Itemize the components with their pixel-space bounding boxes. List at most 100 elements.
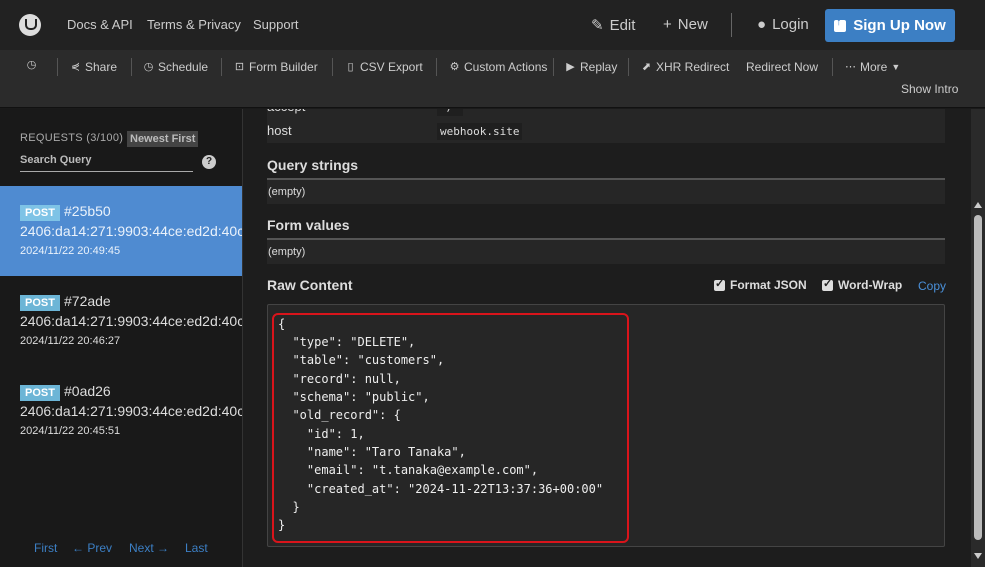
sign-up-button[interactable]: Sign Up Now	[825, 9, 955, 42]
login-label: Login	[772, 16, 809, 33]
header-value: */*	[437, 109, 463, 116]
action-toolbar: ◷ ⋞ Share ◷ Schedule ⊡ Form Builder ▯ CS…	[0, 50, 985, 108]
toolbar-divider	[332, 58, 333, 76]
raw-line: "schema": "public",	[278, 390, 430, 404]
toolbar-divider	[221, 58, 222, 76]
nav-docs-api[interactable]: Docs & API	[67, 17, 133, 32]
request-date: 2024/11/22 20:45:51	[20, 425, 121, 437]
webhook-logo-icon[interactable]	[19, 14, 41, 36]
new-button[interactable]: + New	[663, 16, 708, 33]
help-icon[interactable]: ?	[202, 155, 216, 169]
raw-content-title: Raw Content	[267, 277, 353, 293]
edit-button[interactable]: ✎ Edit	[591, 16, 636, 35]
form-builder-icon: ⊡	[234, 60, 245, 73]
raw-line: "id": 1,	[278, 427, 365, 441]
pager-last[interactable]: Last	[185, 541, 208, 555]
format-json-label: Format JSON	[730, 278, 807, 292]
request-id: #72ade	[64, 293, 111, 309]
xhr-redirect-label: XHR Redirect	[656, 60, 730, 74]
share-icon: ⋞	[70, 60, 81, 73]
request-ip: 2406:da14:271:9903:44ce:ed2d:40c	[20, 223, 242, 239]
raw-line: "created_at": "2024-11-22T13:37:36+00:00…	[278, 482, 604, 496]
ellipsis-icon: ⋯	[845, 60, 856, 73]
raw-line: "record": null,	[278, 372, 401, 386]
custom-actions-button[interactable]: ⚙ Custom Actions	[449, 60, 548, 74]
more-dropdown[interactable]: ⋯ More ▼	[845, 60, 900, 74]
sort-toggle[interactable]: Newest First	[127, 131, 199, 147]
play-icon: ▶	[566, 60, 575, 73]
share-label: Share	[85, 60, 118, 74]
header-row-accept: accept */*	[267, 109, 945, 119]
raw-content-box[interactable]: { "type": "DELETE", "table": "customers"…	[267, 304, 945, 547]
clock-button[interactable]: ◷	[26, 60, 37, 71]
scroll-thumb[interactable]	[974, 215, 982, 540]
form-builder-label: Form Builder	[249, 60, 318, 74]
request-item[interactable]: POST #72ade 2406:da14:271:9903:44ce:ed2d…	[0, 276, 242, 366]
word-wrap-checkbox[interactable]: Word-Wrap	[822, 277, 902, 292]
schedule-button[interactable]: ◷ Schedule	[143, 60, 208, 74]
toolbar-divider	[832, 58, 833, 76]
csv-export-button[interactable]: ▯ CSV Export	[345, 60, 422, 74]
header-row-host: host webhook.site	[267, 119, 945, 143]
share-button[interactable]: ⋞ Share	[70, 60, 117, 74]
signup-label: Sign Up Now	[853, 17, 946, 34]
header-value: webhook.site	[437, 123, 523, 140]
signup-arrow-icon	[834, 17, 847, 32]
user-icon: ●	[757, 16, 767, 33]
pager-prev[interactable]: ← Prev	[72, 541, 112, 555]
scroll-up-arrow-icon[interactable]	[974, 202, 982, 208]
method-badge: POST	[20, 205, 60, 221]
raw-line: "name": "Taro Tanaka",	[278, 445, 466, 459]
gear-icon: ⚙	[449, 60, 460, 73]
custom-actions-label: Custom Actions	[464, 60, 548, 74]
redirect-now-button[interactable]: Redirect Now	[746, 60, 818, 74]
request-item[interactable]: POST #0ad26 2406:da14:271:9903:44ce:ed2d…	[0, 366, 242, 456]
checkbox-checked-icon	[714, 277, 725, 291]
xhr-redirect-button[interactable]: ⬈ XHR Redirect	[641, 60, 729, 74]
replay-label: Replay	[580, 60, 618, 74]
page-scrollbar[interactable]	[971, 109, 985, 567]
edit-label: Edit	[609, 16, 636, 34]
search-query-input[interactable]: Search Query	[20, 154, 193, 172]
more-label: More	[860, 60, 888, 74]
pager-first[interactable]: First	[34, 541, 57, 555]
schedule-clock-icon: ◷	[143, 60, 154, 73]
toolbar-divider	[436, 58, 437, 76]
requests-sidebar: REQUESTS (3/100) Newest First Search Que…	[0, 109, 243, 567]
query-strings-value: (empty)	[267, 180, 945, 204]
toolbar-divider	[553, 58, 554, 76]
nav-terms-privacy[interactable]: Terms & Privacy	[147, 17, 241, 32]
form-builder-button[interactable]: ⊡ Form Builder	[234, 60, 318, 74]
checkbox-checked-icon	[822, 277, 833, 291]
nav-support[interactable]: Support	[253, 17, 299, 32]
toolbar-divider	[131, 58, 132, 76]
header-key: accept	[267, 109, 305, 114]
request-detail-panel: accept */* host webhook.site Query strin…	[243, 109, 971, 567]
request-ip: 2406:da14:271:9903:44ce:ed2d:40c	[20, 403, 242, 419]
scroll-down-arrow-icon[interactable]	[974, 553, 982, 559]
header-key: host	[267, 123, 292, 138]
request-id: #25b50	[64, 203, 111, 219]
toolbar-divider	[628, 58, 629, 76]
login-button[interactable]: ● Login	[757, 16, 809, 33]
copy-link[interactable]: Copy	[918, 279, 946, 293]
redirect-now-label: Redirect Now	[746, 60, 819, 74]
replay-button[interactable]: ▶ Replay	[565, 60, 617, 74]
pager-next[interactable]: Next →	[129, 541, 169, 555]
edit-icon: ✎	[591, 17, 604, 34]
schedule-label: Schedule	[158, 60, 209, 74]
toolbar-divider	[57, 58, 58, 76]
raw-line: "table": "customers",	[278, 353, 445, 367]
raw-line: {	[278, 317, 286, 331]
show-intro-link[interactable]: Show Intro	[901, 82, 958, 96]
method-badge: POST	[20, 385, 60, 401]
plus-icon: +	[663, 16, 672, 33]
query-strings-title: Query strings	[267, 157, 359, 173]
format-json-checkbox[interactable]: Format JSON	[714, 277, 807, 292]
caret-down-icon: ▼	[891, 62, 901, 72]
new-label: New	[677, 16, 708, 33]
request-item[interactable]: POST #25b50 2406:da14:271:9903:44ce:ed2d…	[0, 186, 242, 276]
requests-count: REQUESTS (3/100)	[20, 132, 124, 144]
form-values-title: Form values	[267, 217, 350, 233]
form-values-value: (empty)	[267, 240, 945, 264]
